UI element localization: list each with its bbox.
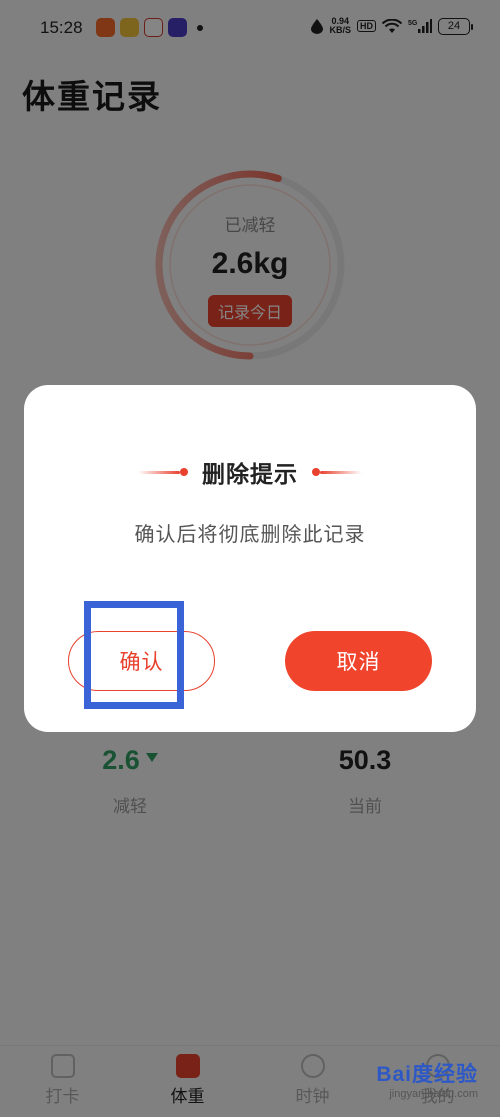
watermark-url: jingyan.baidu.com: [389, 1088, 478, 1100]
title-decoration-left: [138, 468, 188, 476]
dialog-message: 确认后将彻底删除此记录: [134, 522, 366, 546]
watermark-logo: Bai度经验: [376, 1063, 478, 1086]
cancel-button[interactable]: 取消: [285, 631, 432, 691]
app-screen: 15:28 0.94 KB/S HD 5G 24 体重记录 已减轻 2.6kg …: [0, 0, 500, 1117]
title-decoration-right: [312, 468, 362, 476]
dialog-header: 删除提示: [24, 455, 476, 489]
tutorial-highlight-box: [84, 601, 184, 709]
dialog-title: 删除提示: [202, 462, 298, 488]
baidu-jingyan-watermark: Bai度经验 jingyan.baidu.com: [376, 1058, 478, 1100]
